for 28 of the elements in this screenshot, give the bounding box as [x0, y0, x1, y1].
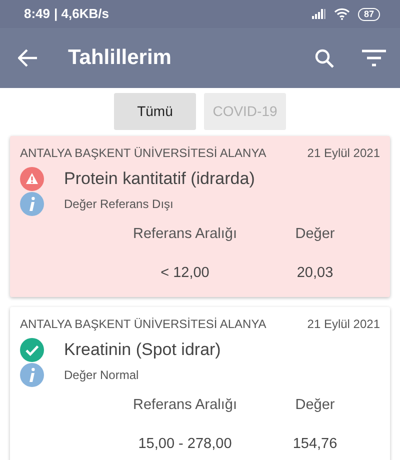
reference-range: 15,00 - 278,00 — [137, 435, 233, 454]
status-text: Değer Referans Dışı — [64, 196, 174, 212]
column-header: Referans Aralığı — [132, 224, 238, 244]
wifi-icon — [334, 8, 350, 20]
battery-indicator: 87 — [358, 8, 380, 20]
back-icon[interactable] — [18, 49, 38, 67]
result-value: 20,03 — [296, 264, 334, 284]
date-text: 21 Eylül 2021 — [307, 316, 380, 333]
info-icon — [20, 192, 44, 216]
search-icon[interactable] — [315, 48, 334, 68]
column-header: Referans Aralığı — [132, 396, 238, 414]
date-text: 21 Eylül 2021 — [307, 145, 380, 162]
lab-name: ANTALYA BAŞKENT ÜNİVERSİTESİ ALANYA — [20, 145, 266, 162]
network-speed-text: | 4,6KB/s — [54, 5, 109, 24]
filter-tab[interactable]: Tümü — [114, 93, 196, 130]
screen-title: Tahlillerim — [68, 45, 172, 71]
test-name: Protein kantitatif (idrarda) — [64, 168, 255, 190]
filter-icon[interactable] — [362, 49, 386, 67]
reference-range: < 12,00 — [160, 264, 210, 284]
time-text: 8:49 — [24, 5, 50, 24]
test-name: Kreatinin (Spot idrar) — [64, 339, 221, 361]
signal-icon — [312, 9, 326, 19]
status-text: Değer Normal — [64, 366, 139, 384]
column-header: Değer — [294, 224, 336, 244]
lab-name: ANTALYA BAŞKENT ÜNİVERSİTESİ ALANYA — [20, 316, 266, 333]
result-value: 154,76 — [292, 435, 338, 454]
info-icon — [20, 362, 44, 386]
column-header: Değer — [294, 396, 336, 414]
